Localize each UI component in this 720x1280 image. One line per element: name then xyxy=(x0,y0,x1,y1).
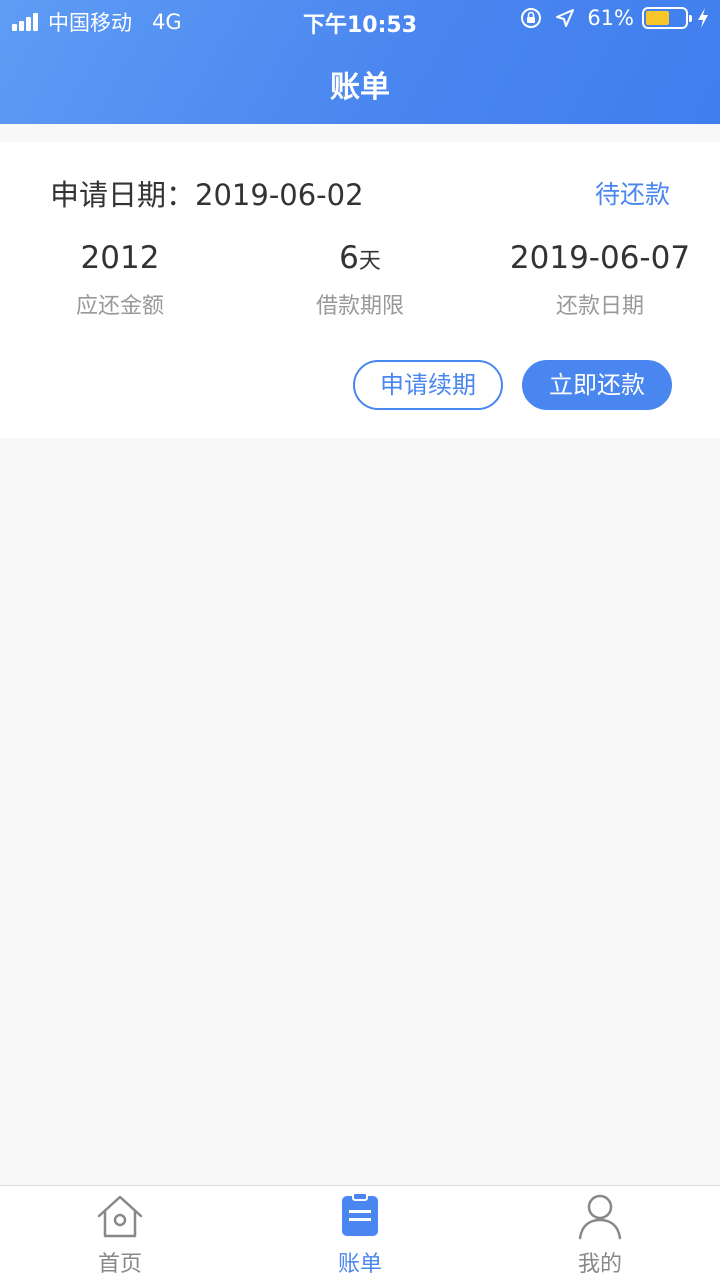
status-right: 61% xyxy=(519,6,710,30)
bill-icon xyxy=(342,1192,378,1236)
user-icon xyxy=(578,1194,622,1240)
bill-status: 待还款 xyxy=(594,180,670,209)
battery-level xyxy=(646,11,670,25)
term-value-wrap: 6天 xyxy=(240,236,480,280)
tab-bill[interactable]: 账单 xyxy=(240,1186,480,1280)
tab-bar: 首页 账单 我的 xyxy=(0,1185,720,1280)
page-title: 账单 xyxy=(330,70,390,105)
tab-mine[interactable]: 我的 xyxy=(480,1186,720,1280)
due-date-value: 2019-06-07 xyxy=(509,240,691,276)
term-unit: 天 xyxy=(358,249,381,274)
term-label: 借款期限 xyxy=(315,294,404,319)
charging-icon xyxy=(698,8,708,28)
tab-bill-label: 账单 xyxy=(337,1252,382,1277)
tab-home-label: 首页 xyxy=(97,1252,142,1277)
bill-card: 申请日期：2019-06-02 待还款 2012 应还金额 6天 借款期限 20… xyxy=(0,142,720,438)
status-bar: 中国移动 4G 下午10:53 61% xyxy=(0,0,720,40)
apply-date-label: 申请日期： xyxy=(50,178,196,212)
stat-due-date: 2019-06-07 还款日期 xyxy=(480,236,720,320)
apply-date-value: 2019-06-02 xyxy=(195,178,364,212)
header: 中国移动 4G 下午10:53 61% 账单 xyxy=(0,0,720,124)
battery-icon xyxy=(642,7,692,29)
repay-button[interactable]: 立即还款 xyxy=(522,360,672,410)
location-icon xyxy=(556,9,575,27)
tab-home[interactable]: 首页 xyxy=(0,1186,240,1280)
term-value: 6 xyxy=(339,240,359,276)
renew-button[interactable]: 申请续期 xyxy=(353,360,503,410)
home-icon xyxy=(97,1195,143,1238)
orientation-lock-icon xyxy=(521,8,542,28)
stat-amount: 2012 应还金额 xyxy=(0,236,240,320)
amount-value: 2012 xyxy=(80,240,160,276)
amount-label: 应还金额 xyxy=(75,294,164,319)
stat-term: 6天 借款期限 xyxy=(240,236,480,320)
apply-date-row: 申请日期：2019-06-02 xyxy=(50,172,364,214)
due-date-label: 还款日期 xyxy=(555,294,644,319)
battery-percent: 61% xyxy=(587,6,634,30)
tab-mine-label: 我的 xyxy=(577,1252,622,1277)
